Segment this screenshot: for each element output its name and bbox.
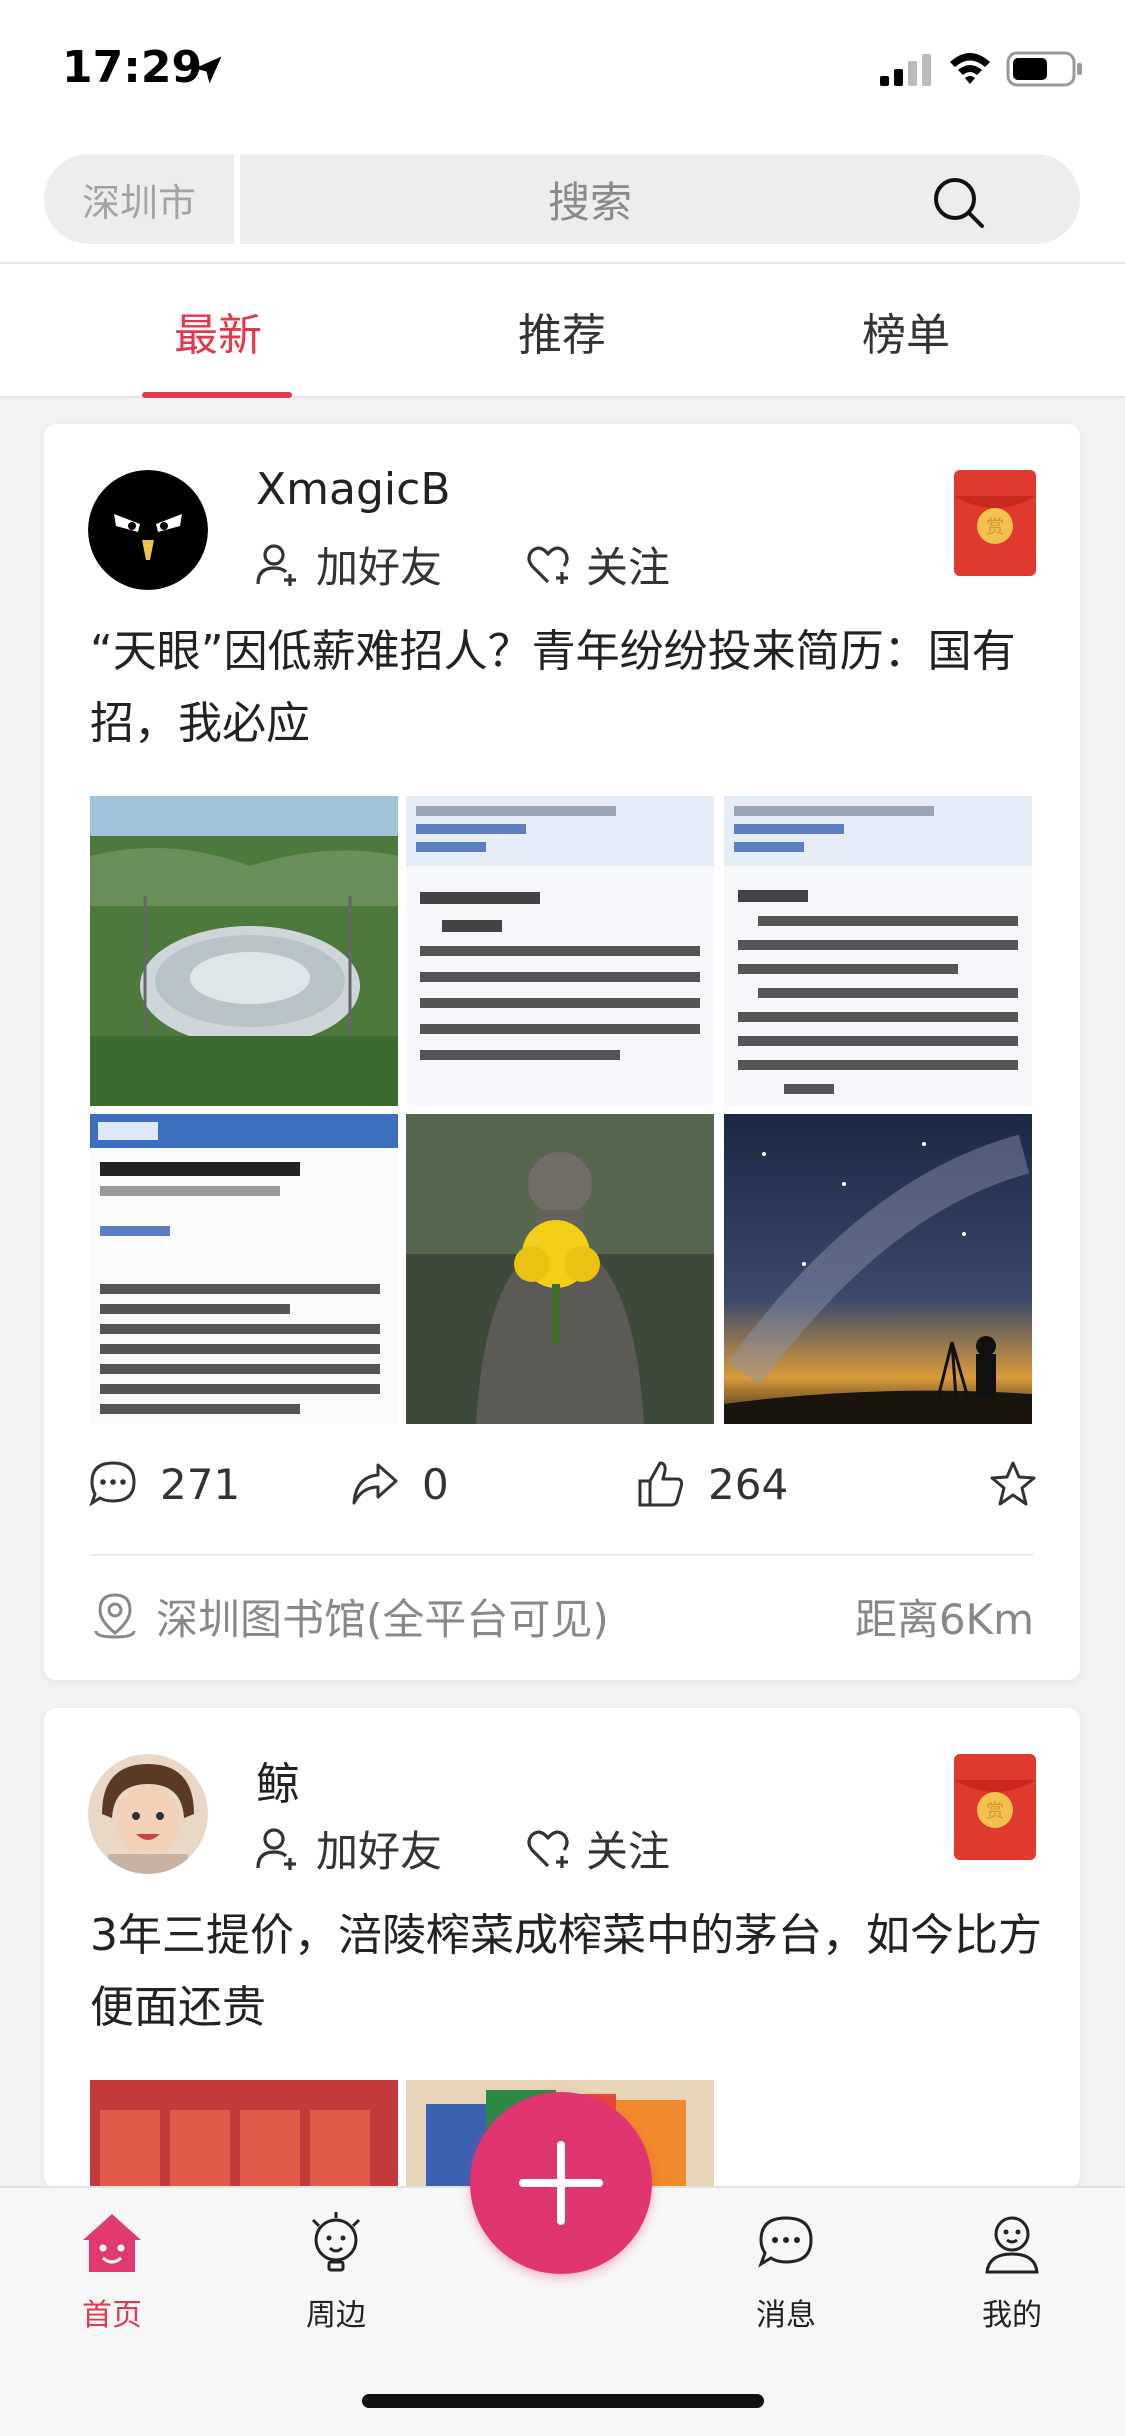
like-count: 264 <box>708 1459 789 1509</box>
home-icon <box>83 2214 141 2272</box>
location-arrow-icon <box>194 56 222 84</box>
svg-text:赏: 赏 <box>986 1801 1004 1822</box>
tab-nearby[interactable]: 周边 <box>266 2210 406 2350</box>
follow-label: 关注 <box>586 1826 671 1876</box>
search-header: 深圳市 搜索 <box>0 140 1125 262</box>
divider <box>90 1554 1034 1556</box>
post-title[interactable]: “天眼”因低薪难招人？青年纷纷投来简历：国有招，我必应 <box>90 616 1050 760</box>
share-count: 0 <box>422 1459 449 1509</box>
comment-icon <box>89 1461 136 1507</box>
feed-tabs: 最新 推荐 榜单 <box>0 262 1125 398</box>
location-label: 深圳图书馆(全平台可见) <box>156 1594 609 1644</box>
post-stats: 271 0 264 <box>44 1444 1080 1524</box>
search-input[interactable]: 搜索 <box>240 154 1080 244</box>
username[interactable]: 鲸 <box>256 1748 300 1812</box>
red-packet-icon[interactable]: 赏 <box>954 470 1036 576</box>
post-image[interactable] <box>406 1114 714 1424</box>
add-friend-button[interactable]: 加好友 <box>254 536 442 592</box>
tab-nearby-label: 周边 <box>306 2298 366 2333</box>
star-icon <box>990 1461 1036 1506</box>
tab-latest[interactable]: 最新 <box>68 264 368 398</box>
profile-icon <box>985 2216 1039 2274</box>
wifi-icon <box>950 53 990 84</box>
post-image[interactable] <box>90 1114 398 1424</box>
heart-plus-icon <box>527 1830 569 1868</box>
tab-ranking[interactable]: 榜单 <box>756 264 1056 398</box>
avatar[interactable] <box>88 1754 208 1874</box>
share-button[interactable]: 0 <box>350 1444 449 1524</box>
tab-profile-label: 我的 <box>982 2298 1042 2333</box>
avatar[interactable] <box>88 470 208 590</box>
share-icon <box>352 1463 398 1505</box>
city-selector[interactable]: 深圳市 <box>44 154 234 244</box>
heart-plus-icon <box>527 546 569 584</box>
cellular-signal-icon <box>880 54 931 86</box>
add-friend-icon <box>256 544 296 586</box>
create-post-button[interactable] <box>470 2092 652 2274</box>
post-image[interactable] <box>724 796 1032 1106</box>
follow-label: 关注 <box>586 542 671 592</box>
username[interactable]: XmagicB <box>256 464 451 515</box>
tab-home[interactable]: 首页 <box>42 2210 182 2350</box>
red-packet-icon[interactable]: 赏 <box>954 1754 1036 1860</box>
post-card[interactable]: XmagicB 加好友 关注 赏 “天眼”因低薪难招人？青年纷纷投来简历：国有招… <box>44 424 1080 1680</box>
thumbs-up-icon <box>638 1461 684 1507</box>
search-placeholder: 搜索 <box>547 177 632 227</box>
svg-text:赏: 赏 <box>986 517 1004 538</box>
post-image[interactable] <box>90 796 398 1106</box>
comment-button[interactable]: 271 <box>88 1444 240 1524</box>
follow-button[interactable]: 关注 <box>524 1820 670 1876</box>
location-pin-icon <box>94 1593 136 1639</box>
status-time: 17:29 <box>62 42 203 93</box>
message-icon <box>758 2216 813 2268</box>
add-friend-label: 加好友 <box>316 542 443 592</box>
home-indicator <box>362 2394 764 2408</box>
post-image[interactable] <box>90 2080 398 2188</box>
post-image[interactable] <box>406 796 714 1106</box>
tab-messages[interactable]: 消息 <box>716 2210 856 2350</box>
distance-label: 距离6Km <box>854 1594 1034 1644</box>
post-title[interactable]: 3年三提价，涪陵榨菜成榨菜中的茅台，如今比方便面还贵 <box>90 1900 1050 2044</box>
like-button[interactable]: 264 <box>636 1444 788 1524</box>
status-bar: 17:29 <box>0 0 1125 140</box>
plus-icon <box>519 2141 603 2225</box>
search-icon[interactable] <box>930 174 986 230</box>
tab-messages-label: 消息 <box>756 2298 816 2333</box>
favorite-button[interactable] <box>988 1444 1060 1524</box>
tab-recommended[interactable]: 推荐 <box>412 264 712 398</box>
tab-profile[interactable]: 我的 <box>942 2210 1082 2350</box>
battery-icon <box>1006 51 1082 87</box>
add-friend-button[interactable]: 加好友 <box>254 1820 442 1876</box>
comment-count: 271 <box>160 1459 241 1509</box>
follow-button[interactable]: 关注 <box>524 536 670 592</box>
nearby-icon <box>311 2212 361 2272</box>
tab-home-label: 首页 <box>82 2298 142 2333</box>
active-tab-indicator <box>142 392 292 398</box>
post-image[interactable] <box>724 1114 1032 1424</box>
add-friend-label: 加好友 <box>316 1826 443 1876</box>
add-friend-icon <box>256 1828 296 1870</box>
